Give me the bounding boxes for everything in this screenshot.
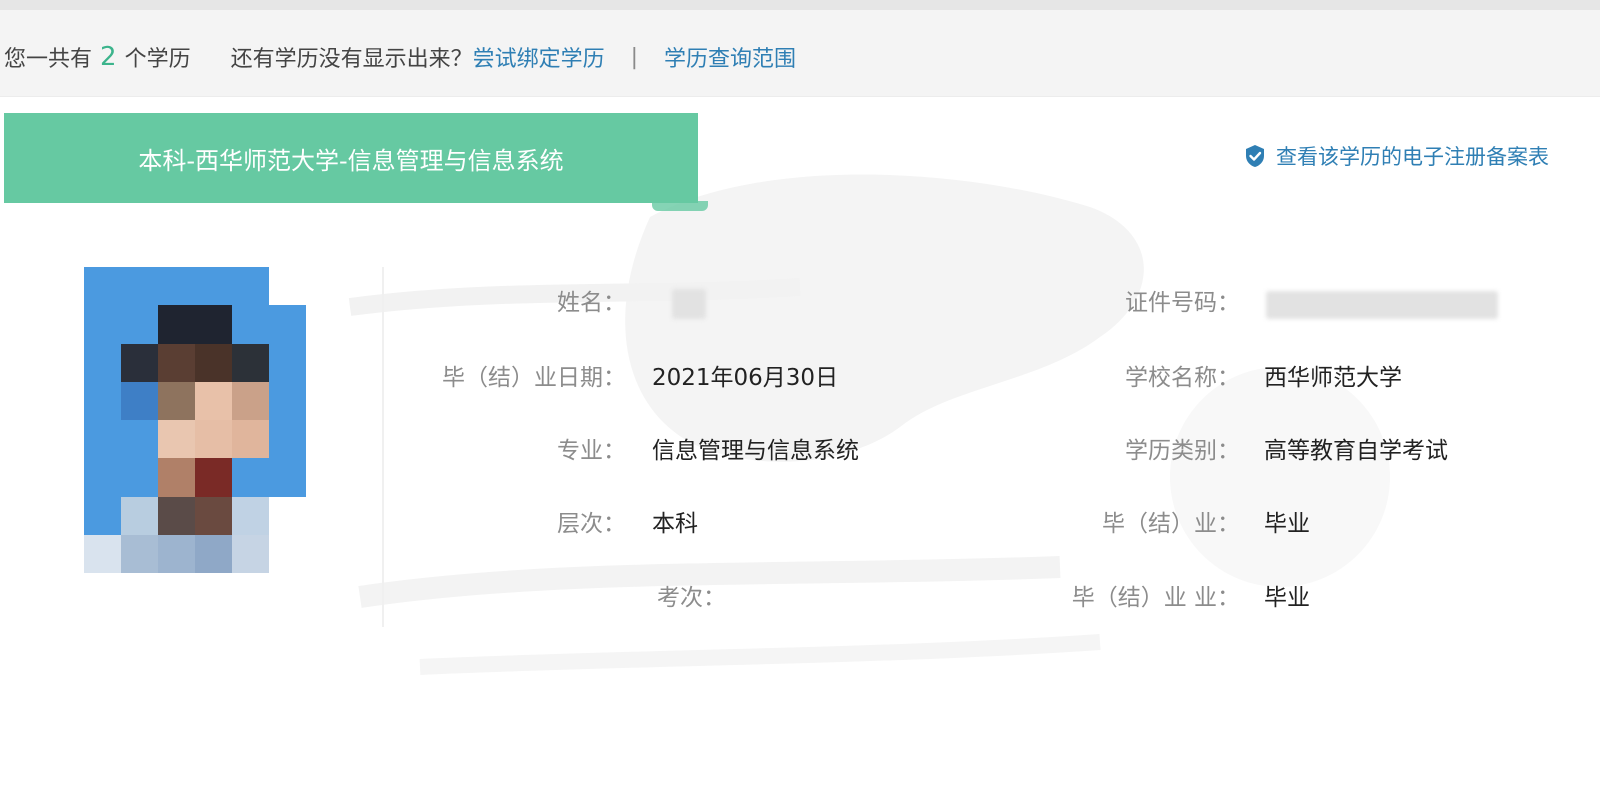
view-registration-record-link[interactable]: 查看该学历的电子注册备案表 bbox=[1244, 141, 1549, 171]
record-title: 本科-西华师范大学-信息管理与信息系统 bbox=[138, 146, 564, 175]
school-name-label: 学校名称： bbox=[1125, 365, 1240, 391]
education-type-value: 高等教育自学考试 bbox=[1264, 438, 1448, 464]
bind-education-link[interactable]: 尝试绑定学历 bbox=[473, 41, 605, 73]
level-label: 层次： bbox=[557, 511, 626, 537]
education-record-card: 本科-西华师范大学-信息管理与信息系统 查看该学历的电子注册备案表 姓名： 毕（… bbox=[0, 97, 1600, 800]
education-count: 2 bbox=[100, 42, 117, 72]
exam-session-label: 考次： bbox=[657, 585, 726, 611]
graduation-status-label-2: 毕（结）业 业： bbox=[1071, 585, 1240, 611]
name-label: 姓名： bbox=[557, 290, 626, 316]
tab-accent bbox=[652, 201, 708, 211]
id-number-redacted bbox=[1266, 291, 1498, 319]
window-top-strip bbox=[0, 0, 1600, 10]
graduation-status-value-2: 毕业 bbox=[1264, 585, 1310, 611]
link-separator: | bbox=[630, 44, 639, 70]
education-summary-bar: 您一共有 2 个学历 还有学历没有显示出来？ 尝试绑定学历 | 学历查询范围 bbox=[0, 10, 1600, 97]
name-redacted bbox=[672, 289, 706, 319]
graduation-date-label: 毕（结）业日期： bbox=[442, 365, 626, 391]
shield-check-icon bbox=[1246, 145, 1264, 167]
education-type-label: 学历类别： bbox=[1125, 438, 1240, 464]
query-range-link[interactable]: 学历查询范围 bbox=[664, 41, 796, 73]
school-name-value: 西华师范大学 bbox=[1264, 365, 1402, 391]
level-value: 本科 bbox=[652, 511, 698, 537]
summary-prefix: 您一共有 bbox=[4, 47, 93, 72]
major-label: 专业： bbox=[557, 438, 626, 464]
id-number-label: 证件号码： bbox=[1125, 290, 1240, 316]
graduation-status-value: 毕业 bbox=[1264, 511, 1310, 537]
graduation-date-value: 2021年06月30日 bbox=[652, 365, 839, 391]
student-photo bbox=[84, 267, 306, 573]
record-title-tab[interactable]: 本科-西华师范大学-信息管理与信息系统 bbox=[4, 113, 698, 203]
summary-line: 您一共有 2 个学历 还有学历没有显示出来？ 尝试绑定学历 | 学历查询范围 bbox=[4, 40, 796, 74]
major-value: 信息管理与信息系统 bbox=[652, 438, 859, 464]
view-record-label: 查看该学历的电子注册备案表 bbox=[1276, 145, 1549, 169]
graduation-status-label: 毕（结）业： bbox=[1102, 511, 1240, 537]
summary-suffix: 个学历 bbox=[124, 47, 191, 72]
missing-question: 还有学历没有显示出来？ bbox=[230, 47, 473, 72]
